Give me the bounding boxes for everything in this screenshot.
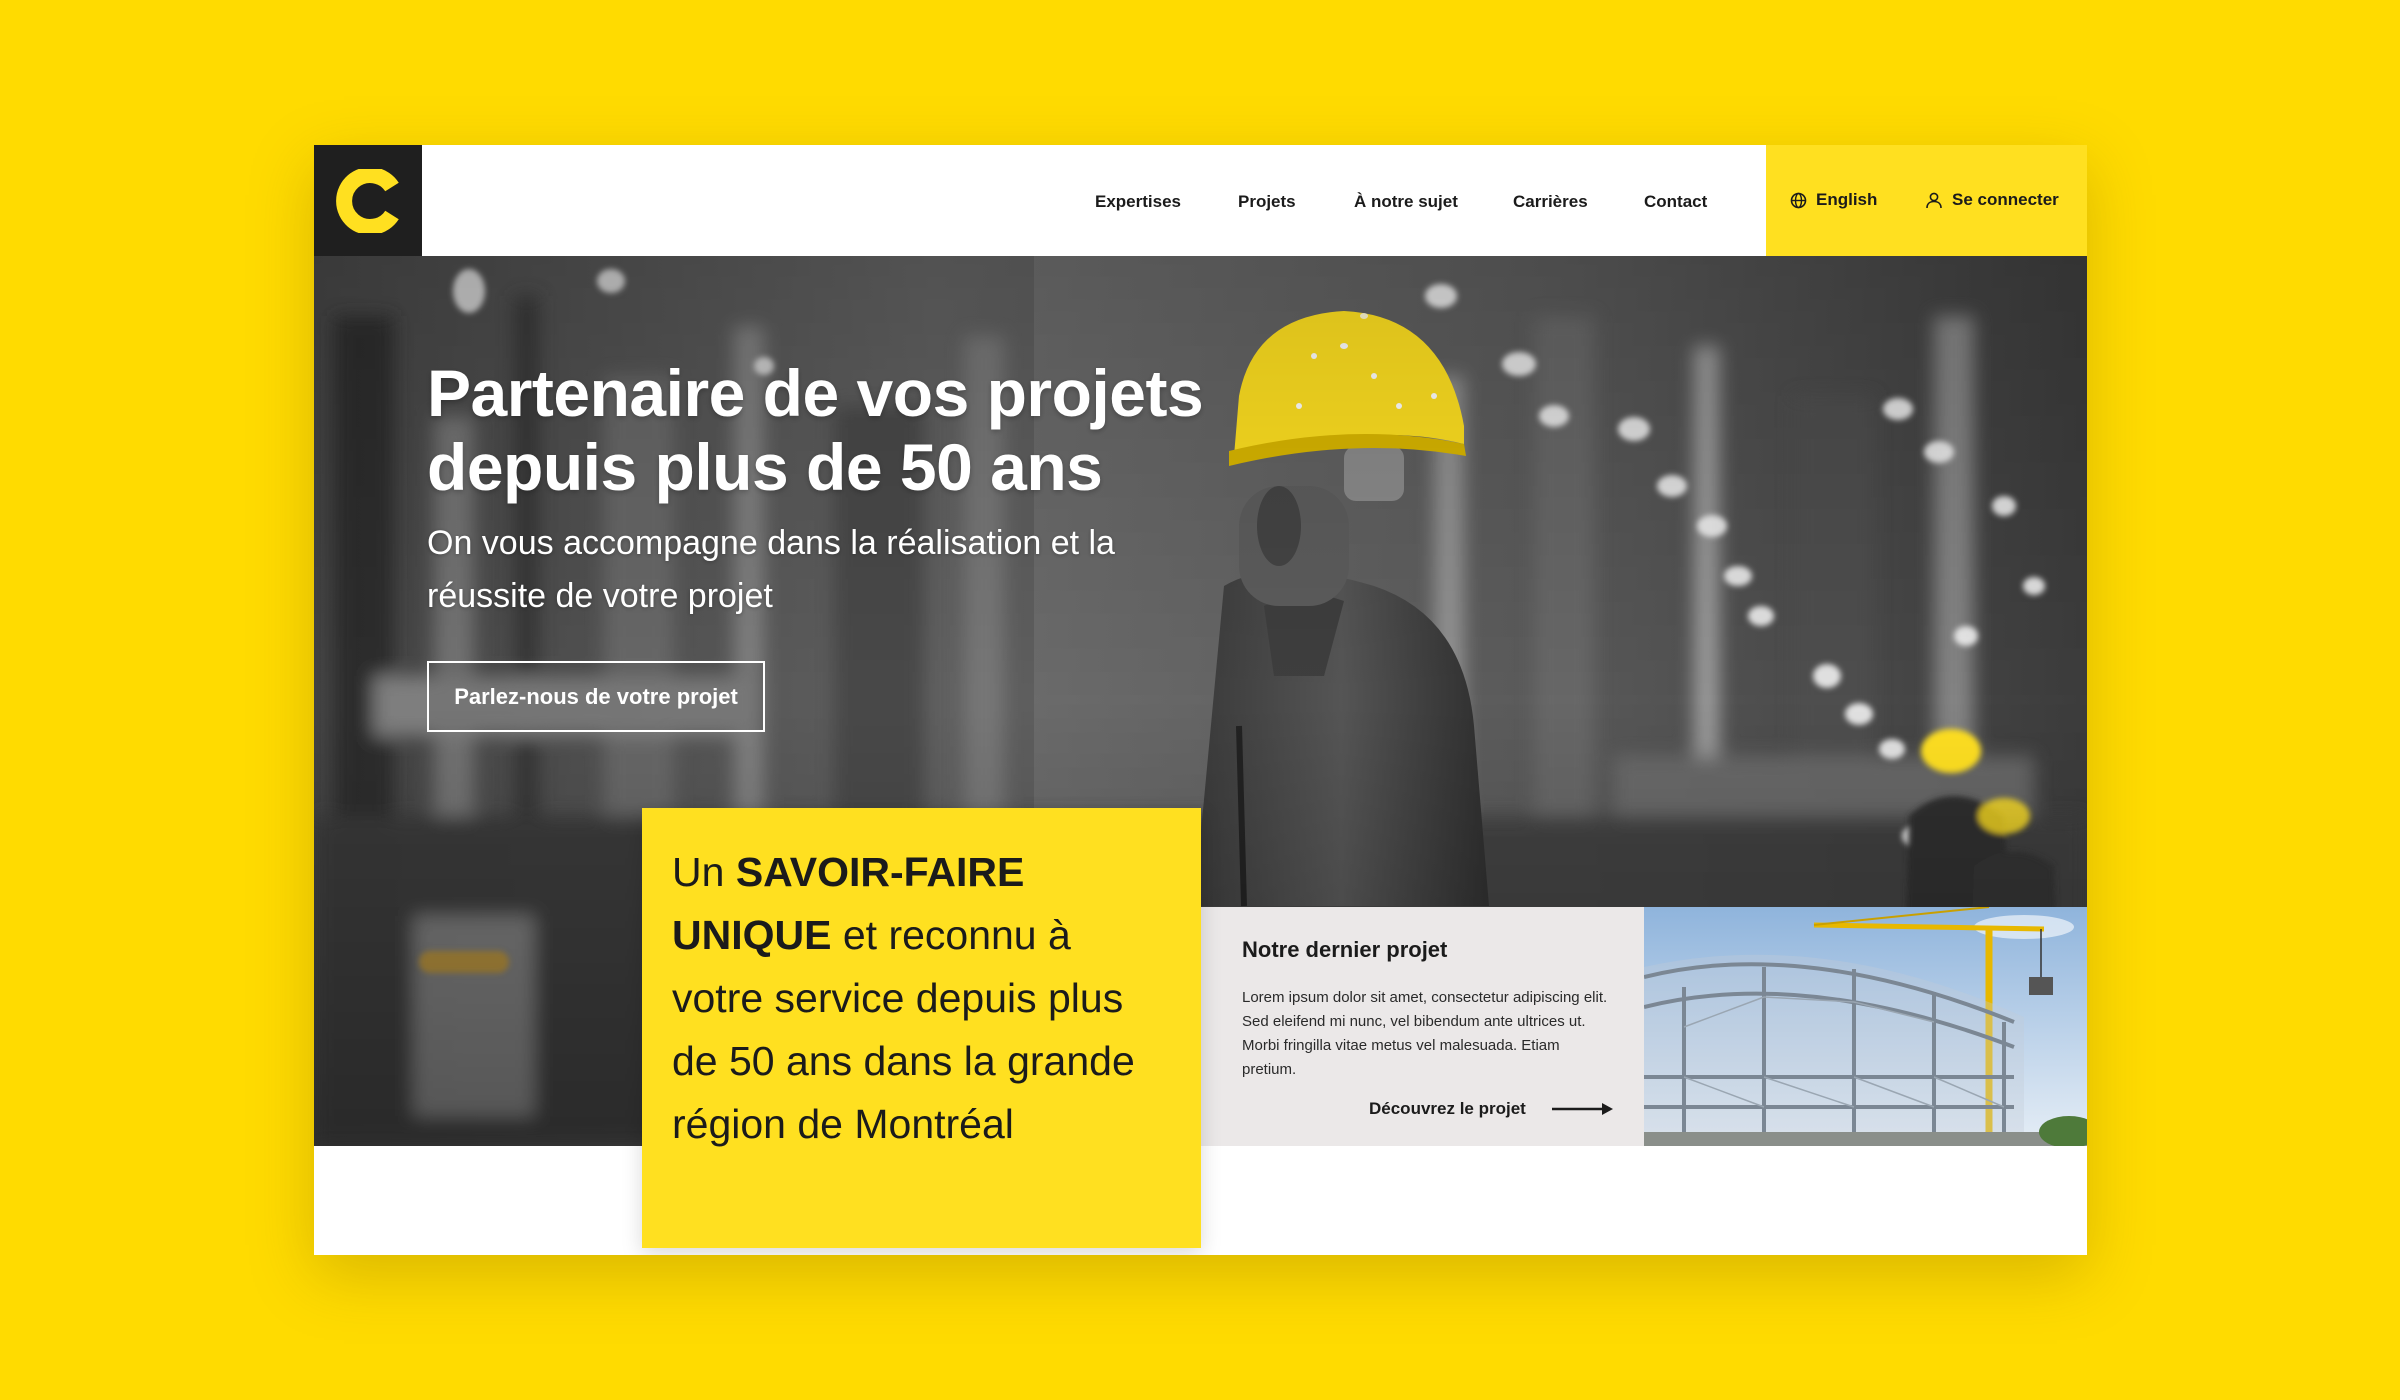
nav-projets[interactable]: Projets <box>1238 192 1296 212</box>
discover-project-link[interactable]: Découvrez le projet <box>1369 1099 1614 1119</box>
nav-contact[interactable]: Contact <box>1644 192 1707 212</box>
hero-subtitle: On vous accompagne dans la réalisation e… <box>427 524 1115 615</box>
expertise-statement-card: Un SAVOIR-FAIRE UNIQUE et reconnu à votr… <box>642 808 1201 1248</box>
user-icon <box>1926 192 1942 209</box>
latest-project-image[interactable] <box>1644 907 2087 1146</box>
company-logo[interactable] <box>314 145 422 256</box>
expertise-statement: Un SAVOIR-FAIRE UNIQUE et reconnu à votr… <box>672 841 1171 1156</box>
language-label: English <box>1816 190 1878 209</box>
hero-title-line-1: Partenaire de vos projets <box>427 356 1204 430</box>
latest-project-card: Notre dernier projet Lorem ipsum dolor s… <box>1201 907 1644 1146</box>
contact-project-button[interactable]: Parlez-nous de votre projet <box>427 661 765 732</box>
discover-project-label: Découvrez le projet <box>1369 1099 1526 1118</box>
expertise-statement-prefix: Un <box>672 849 736 895</box>
nav-a-notre-sujet[interactable]: À notre sujet <box>1354 192 1458 212</box>
latest-project-description: Lorem ipsum dolor sit amet, consectetur … <box>1242 989 1608 1078</box>
site-header: Expertises Projets À notre sujet Carrièr… <box>314 145 2087 256</box>
nav-expertises[interactable]: Expertises <box>1095 192 1181 212</box>
hero-title-line-2: depuis plus de 50 ans <box>427 430 1103 504</box>
language-switch[interactable]: English <box>1790 190 1877 210</box>
login-link[interactable]: Se connecter <box>1925 190 2059 210</box>
utility-bar: English Se connecter <box>1766 145 2087 256</box>
arrow-right-icon <box>1551 1103 1613 1115</box>
nav-carrieres[interactable]: Carrières <box>1513 192 1588 212</box>
globe-icon <box>1790 192 1807 208</box>
construction-frame-illustration <box>1644 907 2087 1146</box>
latest-project-title: Notre dernier projet <box>1242 937 1448 962</box>
website-frame: Expertises Projets À notre sujet Carrièr… <box>314 145 2087 1255</box>
login-label: Se connecter <box>1952 190 2059 209</box>
logo-c-icon <box>336 169 399 233</box>
hero-title: Partenaire de vos projets depuis plus de… <box>427 356 1327 504</box>
